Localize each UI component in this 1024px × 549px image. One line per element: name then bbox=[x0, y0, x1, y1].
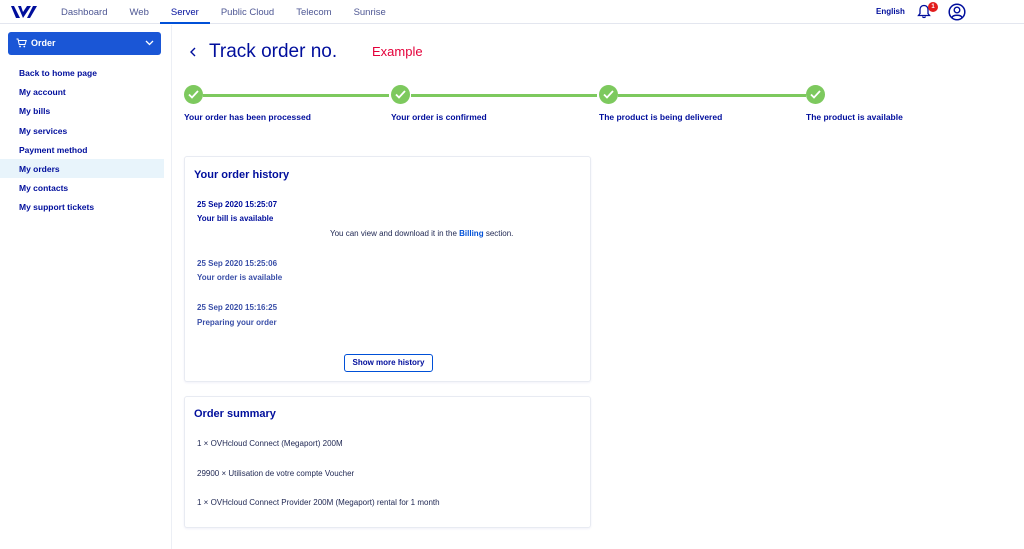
order-progress: Your order has been processed Your order… bbox=[0, 84, 1024, 124]
nav-sunrise[interactable]: Sunrise bbox=[343, 0, 397, 24]
nav-web[interactable]: Web bbox=[118, 0, 159, 24]
history-entry-date: 25 Sep 2020 15:25:06 bbox=[197, 259, 278, 268]
order-summary-title: Order summary bbox=[194, 408, 276, 420]
message-text: section. bbox=[485, 229, 514, 238]
order-button-label: Order bbox=[31, 38, 56, 48]
sidebar-item-back-home[interactable]: Back to home page bbox=[0, 63, 164, 82]
message-text: You can view and download it in the bbox=[330, 229, 457, 238]
summary-line: 1 × OVHcloud Connect (Megaport) 200M bbox=[197, 439, 343, 448]
step-check-icon bbox=[599, 85, 618, 104]
nav-dashboard[interactable]: Dashboard bbox=[50, 0, 118, 24]
history-entry-status: Your bill is available bbox=[197, 214, 274, 223]
cart-icon bbox=[16, 38, 27, 48]
progress-connector bbox=[203, 94, 389, 97]
nav-server[interactable]: Server bbox=[159, 0, 210, 24]
history-entry-date: 25 Sep 2020 15:16:25 bbox=[197, 303, 278, 312]
example-annotation: Example bbox=[372, 44, 423, 59]
user-circle-icon[interactable] bbox=[948, 3, 966, 21]
order-history-card: Your order history 25 Sep 2020 15:25:07 … bbox=[184, 156, 591, 382]
sidebar-item-support-tickets[interactable]: My support tickets bbox=[0, 197, 164, 216]
order-history-title: Your order history bbox=[194, 169, 290, 181]
step-check-icon bbox=[806, 85, 825, 104]
nav-public-cloud[interactable]: Public Cloud bbox=[210, 0, 285, 24]
progress-connector bbox=[411, 94, 597, 97]
top-bar: Dashboard Web Server Public Cloud Teleco… bbox=[0, 0, 1024, 24]
summary-line: 29900 × Utilisation de votre compte Vouc… bbox=[197, 469, 355, 478]
ovh-logo[interactable] bbox=[10, 5, 38, 19]
step-label: Your order is confirmed bbox=[391, 112, 487, 122]
language-selector[interactable]: English bbox=[876, 7, 905, 16]
history-entry-date: 25 Sep 2020 15:25:07 bbox=[197, 200, 278, 209]
sidebar-item-my-orders[interactable]: My orders bbox=[0, 158, 164, 179]
chevron-down-icon bbox=[145, 40, 154, 46]
step-label: The product is being delivered bbox=[599, 112, 723, 122]
page-title: Track order no. bbox=[209, 41, 338, 62]
sidebar-item-my-contacts[interactable]: My contacts bbox=[0, 178, 164, 197]
back-arrow-icon[interactable] bbox=[188, 44, 198, 60]
show-more-history-button[interactable]: Show more history bbox=[344, 354, 433, 372]
main-nav: Dashboard Web Server Public Cloud Teleco… bbox=[50, 0, 397, 24]
billing-link[interactable]: Billing bbox=[459, 229, 483, 238]
notification-badge: 1 bbox=[928, 2, 938, 12]
history-entry-status: Your order is available bbox=[197, 273, 283, 282]
progress-connector bbox=[618, 94, 806, 97]
step-check-icon bbox=[184, 85, 203, 104]
nav-telecom[interactable]: Telecom bbox=[285, 0, 342, 24]
step-check-icon bbox=[391, 85, 410, 104]
history-entry-message: You can view and download it in the Bill… bbox=[330, 229, 513, 238]
step-label: Your order has been processed bbox=[184, 112, 311, 122]
history-entry-status: Preparing your order bbox=[197, 318, 277, 327]
order-summary-card: Order summary 1 × OVHcloud Connect (Mega… bbox=[184, 396, 591, 528]
summary-line: 1 × OVHcloud Connect Provider 200M (Mega… bbox=[197, 498, 440, 507]
order-button[interactable]: Order bbox=[8, 32, 161, 55]
sidebar-item-payment-method[interactable]: Payment method bbox=[0, 140, 164, 159]
step-label: The product is available bbox=[806, 112, 903, 122]
